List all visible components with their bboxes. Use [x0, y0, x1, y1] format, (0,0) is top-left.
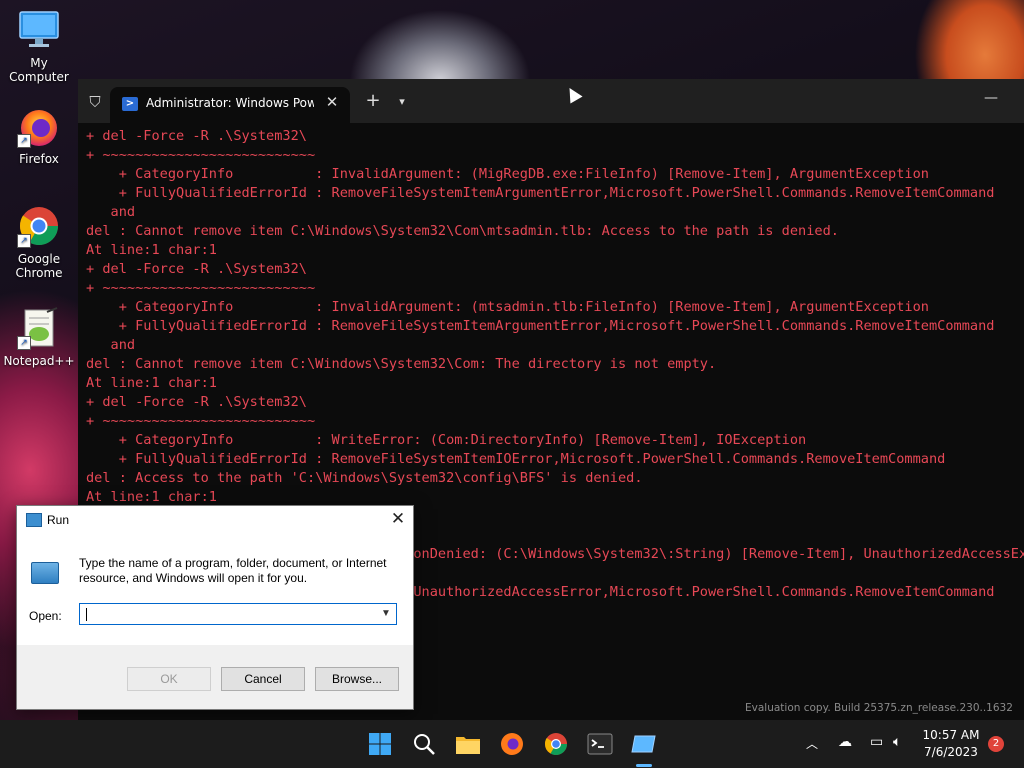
- network-icon[interactable]: ▭: [870, 734, 883, 750]
- shield-icon: ⛉: [89, 93, 101, 111]
- firefox-icon[interactable]: [496, 728, 528, 760]
- run-titlebar: Run ✕: [17, 506, 413, 534]
- tab-powershell[interactable]: > Administrator: Windows PowerShell ✕: [110, 87, 350, 123]
- terminal-line: del : Cannot remove item C:\Windows\Syst…: [86, 356, 717, 372]
- run-open-combobox[interactable]: ▼: [79, 603, 397, 625]
- taskbar: ︿ ☁ ▭ 🔈︎ 10:57 AM 7/6/2023 2: [0, 720, 1024, 768]
- chevron-down-icon[interactable]: ▼: [378, 606, 394, 622]
- open-label: Open:: [29, 609, 62, 623]
- desktop-icon-notepadpp[interactable]: ↗ Notepad++: [0, 306, 78, 368]
- cloud-offline-icon[interactable]: ☁: [838, 734, 852, 750]
- chrome-icon: ↗: [17, 204, 61, 248]
- tab-dropdown-button[interactable]: ▾: [392, 91, 412, 113]
- terminal-line: and: [86, 204, 136, 220]
- desktop-icon-chrome[interactable]: ↗ Google Chrome: [0, 204, 78, 280]
- shortcut-arrow-icon: ↗: [17, 336, 31, 350]
- search-icon[interactable]: [408, 728, 440, 760]
- desktop-icon-label: Google Chrome: [15, 252, 63, 280]
- clock-time[interactable]: 10:57 AM: [920, 728, 982, 742]
- terminal-line: + FullyQualifiedErrorId : RemoveFileSyst…: [86, 318, 995, 334]
- file-explorer-icon[interactable]: [452, 728, 484, 760]
- run-close-button[interactable]: ✕: [387, 508, 409, 530]
- desktop-icon-label: Firefox: [19, 152, 59, 166]
- desktop-icon-label: My Computer: [9, 56, 69, 84]
- terminal-line: del : Cannot remove item C:\Windows\Syst…: [86, 223, 839, 239]
- monitor-icon: [17, 8, 61, 52]
- start-icon[interactable]: [364, 728, 396, 760]
- desktop-icon-label: Notepad++: [3, 354, 75, 368]
- terminal-line: + CategoryInfo : InvalidArgument: (mtsad…: [86, 299, 929, 315]
- terminal-line: + FullyQualifiedErrorId : RemoveFileSyst…: [86, 451, 946, 467]
- tab-title: Administrator: Windows PowerShell: [146, 96, 314, 110]
- terminal-line: + ~~~~~~~~~~~~~~~~~~~~~~~~~~: [86, 147, 316, 163]
- evaluation-watermark: Evaluation copy. Build 25375.zn_release.…: [745, 702, 1013, 714]
- run-open-input[interactable]: [84, 606, 374, 622]
- browse-button[interactable]: Browse...: [315, 667, 399, 691]
- terminal-line: + CategoryInfo : WriteError: (Com:Direct…: [86, 432, 807, 448]
- tab-close-button[interactable]: ✕: [322, 92, 342, 112]
- terminal-line: + del -Force -R .\System32\: [86, 261, 307, 277]
- notepadpp-icon: ↗: [17, 306, 61, 350]
- terminal-line: + ~~~~~~~~~~~~~~~~~~~~~~~~~~: [86, 413, 316, 429]
- volume-icon[interactable]: 🔈︎: [893, 734, 901, 750]
- cancel-button[interactable]: Cancel: [221, 667, 305, 691]
- terminal-line: At line:1 char:1: [86, 242, 217, 258]
- notification-badge[interactable]: 2: [988, 736, 1004, 752]
- terminal-line: + FullyQualifiedErrorId : RemoveFileSyst…: [86, 185, 995, 201]
- terminal-line: + del -Force -R .\System32\: [86, 128, 307, 144]
- active-app-indicator: [636, 764, 652, 767]
- text-caret: [86, 608, 87, 621]
- run-description: Type the name of a program, folder, docu…: [79, 556, 387, 585]
- terminal-line: At line:1 char:1: [86, 375, 217, 391]
- run-app-icon: [31, 562, 59, 584]
- terminal-line: and: [86, 337, 136, 353]
- ok-button[interactable]: OK: [127, 667, 211, 691]
- firefox-icon: ↗: [17, 104, 61, 148]
- terminal-line: + CategoryInfo : InvalidArgument: (MigRe…: [86, 166, 929, 182]
- terminal-icon[interactable]: [584, 728, 616, 760]
- terminal-line: + ~~~~~~~~~~~~~~~~~~~~~~~~~~: [86, 280, 316, 296]
- desktop: My Computer ↗ Firefox ↗ Google Chrome ↗ …: [0, 0, 1024, 720]
- new-tab-button[interactable]: +: [362, 91, 384, 113]
- run-body: Type the name of a program, folder, docu…: [17, 534, 413, 645]
- terminal-tab-bar: ⛉ > Administrator: Windows PowerShell ✕ …: [78, 79, 1024, 123]
- chevron-up-icon[interactable]: ︿: [806, 735, 818, 752]
- minimize-button[interactable]: —: [978, 89, 1004, 111]
- shortcut-arrow-icon: ↗: [17, 134, 31, 148]
- terminal-line: del : Access to the path 'C:\Windows\Sys…: [86, 470, 643, 486]
- powershell-icon: >: [122, 97, 138, 111]
- run-icon[interactable]: [628, 728, 660, 760]
- terminal-line: + del -Force -R .\System32\: [86, 394, 307, 410]
- run-dialog[interactable]: Run ✕ Type the name of a program, folder…: [16, 505, 414, 710]
- shortcut-arrow-icon: ↗: [17, 234, 31, 248]
- clock-date[interactable]: 7/6/2023: [920, 745, 982, 759]
- run-title: Run: [47, 513, 70, 527]
- run-icon: [26, 513, 42, 527]
- desktop-icon-firefox[interactable]: ↗ Firefox: [0, 104, 78, 166]
- desktop-icon-my-computer[interactable]: My Computer: [0, 8, 78, 84]
- chrome-icon[interactable]: [540, 728, 572, 760]
